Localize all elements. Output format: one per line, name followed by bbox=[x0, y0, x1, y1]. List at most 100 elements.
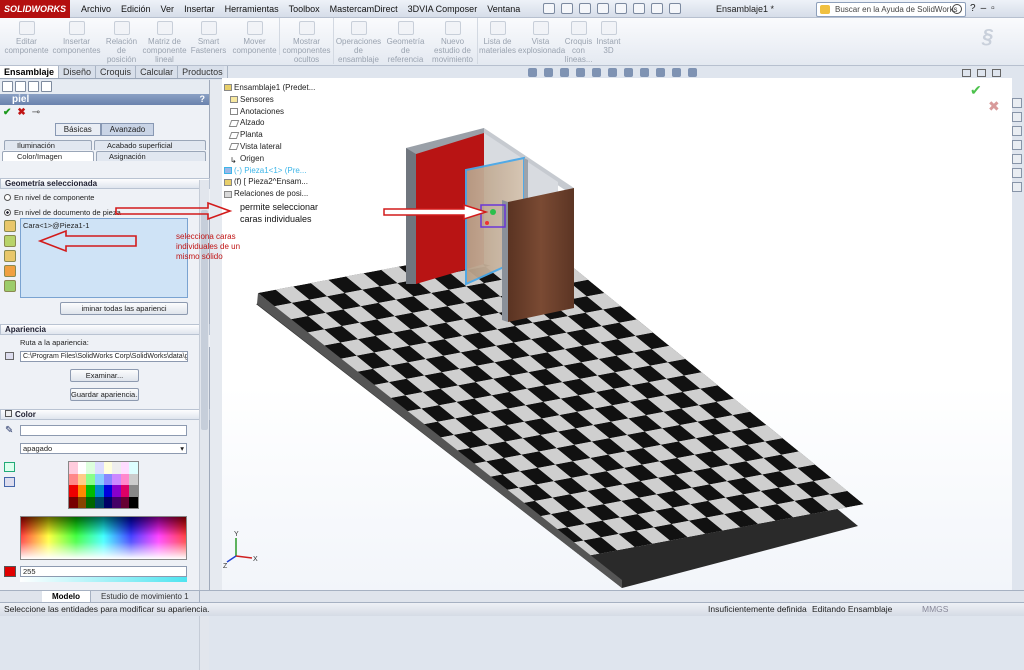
color-name-field[interactable] bbox=[20, 425, 187, 436]
swatch[interactable] bbox=[129, 462, 138, 474]
swatch[interactable] bbox=[86, 462, 95, 474]
color-section-header[interactable]: Color ⌃ bbox=[0, 409, 210, 420]
tree-item-vista-lateral[interactable]: Vista lateral bbox=[224, 141, 315, 153]
assembly-features-button[interactable]: Operaciones de ensamblaje bbox=[334, 18, 384, 64]
swatch[interactable] bbox=[120, 485, 130, 497]
swatch[interactable] bbox=[103, 485, 113, 497]
tab-asignacion[interactable]: Asignación bbox=[96, 151, 206, 161]
view-palette-icon[interactable] bbox=[1012, 140, 1022, 150]
menu-herramientas[interactable]: Herramientas bbox=[220, 0, 284, 18]
remove-swatch-icon[interactable] bbox=[4, 477, 15, 487]
configuration-manager-icon[interactable] bbox=[28, 81, 39, 92]
edit-appearance-icon[interactable] bbox=[640, 68, 649, 77]
add-swatch-icon[interactable] bbox=[4, 462, 15, 472]
restore-icon[interactable]: ▫ bbox=[991, 0, 995, 18]
new-icon[interactable] bbox=[543, 3, 556, 14]
swatch[interactable] bbox=[86, 496, 95, 508]
display-style-icon[interactable] bbox=[608, 68, 617, 77]
swatch[interactable] bbox=[77, 496, 87, 508]
tab-modelo[interactable]: Modelo bbox=[42, 591, 91, 602]
swatch[interactable] bbox=[94, 496, 104, 508]
color-toggle-icon[interactable] bbox=[5, 410, 12, 417]
save-icon[interactable] bbox=[579, 3, 592, 14]
linear-pattern-button[interactable]: Matriz de componente lineal bbox=[142, 18, 188, 64]
apply-scene-icon[interactable] bbox=[656, 68, 665, 77]
color-mode-dropdown[interactable]: apagado ▾ bbox=[20, 443, 187, 454]
swatch[interactable] bbox=[94, 473, 104, 485]
swatch[interactable] bbox=[129, 496, 138, 508]
handle-dot[interactable] bbox=[485, 221, 489, 225]
insert-components-button[interactable]: Insertar componentes bbox=[52, 18, 102, 55]
swatch[interactable] bbox=[112, 496, 121, 508]
red-value-field[interactable]: 255 bbox=[20, 566, 187, 577]
edit-component-button[interactable]: Editar componente bbox=[2, 18, 52, 55]
zoom-area-icon[interactable] bbox=[544, 68, 553, 77]
swatch[interactable] bbox=[69, 473, 78, 485]
view-orientation-icon[interactable] bbox=[592, 68, 601, 77]
tree-item-pieza1[interactable]: (-) Pieza1<1> (Pre... bbox=[224, 165, 315, 177]
filter-component-icon[interactable] bbox=[4, 280, 16, 292]
browse-button[interactable]: Examinar... bbox=[70, 369, 139, 382]
rebuild-icon[interactable] bbox=[651, 3, 664, 14]
explode-line-sketch-button[interactable]: Croquis con líneas... bbox=[564, 18, 594, 64]
new-motion-study-button[interactable]: Nuevo estudio de movimiento bbox=[428, 18, 478, 64]
tree-item-alzado[interactable]: Alzado bbox=[224, 117, 315, 129]
confirm-ok-icon[interactable]: ✔ bbox=[970, 82, 982, 99]
save-appearance-button[interactable]: Guardar apariencia... bbox=[70, 388, 139, 401]
swatch[interactable] bbox=[77, 473, 87, 485]
custom-properties-icon[interactable] bbox=[1012, 168, 1022, 178]
appearance-section-header[interactable]: Apariencia ⌃ bbox=[0, 324, 210, 335]
graphics-viewport[interactable] bbox=[35, 78, 1012, 592]
swatch[interactable] bbox=[129, 473, 138, 485]
menu-toolbox[interactable]: Toolbox bbox=[284, 0, 325, 18]
swatch[interactable] bbox=[120, 496, 130, 508]
hide-show-icon[interactable] bbox=[624, 68, 633, 77]
feature-tree-icon[interactable] bbox=[2, 81, 13, 92]
appearances-icon[interactable] bbox=[1012, 154, 1022, 164]
tree-item-relaciones[interactable]: Relaciones de posi... bbox=[224, 188, 315, 200]
red-slider[interactable] bbox=[20, 577, 187, 582]
previous-view-icon[interactable] bbox=[560, 68, 569, 77]
geometry-section-header[interactable]: Geometría seleccionada ⌃ bbox=[0, 178, 210, 189]
ok-check-icon[interactable]: ✔ bbox=[3, 107, 11, 118]
minimize-icon[interactable]: – bbox=[981, 0, 987, 18]
view-settings-icon[interactable] bbox=[672, 68, 681, 77]
menu-ventana[interactable]: Ventana bbox=[482, 0, 525, 18]
swatch[interactable] bbox=[69, 462, 78, 474]
tab-iluminacion[interactable]: Iluminación bbox=[4, 140, 92, 150]
tab-estudio-movimiento[interactable]: Estudio de movimiento 1 bbox=[91, 591, 200, 602]
section-view-icon[interactable] bbox=[576, 68, 585, 77]
handle-dot[interactable] bbox=[490, 209, 496, 215]
swatch[interactable] bbox=[94, 462, 104, 474]
display-manager-icon[interactable] bbox=[41, 81, 52, 92]
status-units[interactable]: MMGS bbox=[922, 603, 948, 616]
smart-fasteners-button[interactable]: Smart Fasteners bbox=[188, 18, 230, 55]
panel-splitter[interactable] bbox=[210, 80, 222, 592]
zoom-fit-icon[interactable] bbox=[528, 68, 537, 77]
menu-edicion[interactable]: Edición bbox=[116, 0, 156, 18]
open-icon[interactable] bbox=[561, 3, 574, 14]
tree-item-planta[interactable]: Planta bbox=[224, 129, 315, 141]
print-icon[interactable] bbox=[597, 3, 610, 14]
options-icon[interactable] bbox=[669, 3, 682, 14]
tree-item-anotaciones[interactable]: Anotaciones bbox=[224, 106, 315, 118]
swatch[interactable] bbox=[120, 462, 130, 474]
resources-icon[interactable] bbox=[1012, 98, 1022, 108]
color-spectrum-picker[interactable] bbox=[20, 516, 187, 560]
pin-icon[interactable]: ⊸ bbox=[32, 107, 40, 118]
swatch[interactable] bbox=[77, 485, 87, 497]
mate-button[interactable]: Relación de posición bbox=[102, 18, 142, 64]
tree-item-pieza2[interactable]: (f) [ Pieza2^Ensam... bbox=[224, 176, 315, 188]
menu-ver[interactable]: Ver bbox=[156, 0, 180, 18]
tab-color-imagen[interactable]: Color/Imagen bbox=[2, 151, 94, 161]
advanced-button[interactable]: Avanzado bbox=[100, 123, 155, 136]
swatch[interactable] bbox=[94, 485, 104, 497]
exploded-view-button[interactable]: Vista explosionada bbox=[518, 18, 565, 55]
swatch[interactable] bbox=[69, 485, 78, 497]
design-library-icon[interactable] bbox=[1012, 112, 1022, 122]
basic-button[interactable]: Básicas bbox=[54, 123, 101, 136]
reference-geometry-button[interactable]: Geometría de referencia bbox=[384, 18, 428, 64]
tab-ensamblaje[interactable]: Ensamblaje bbox=[0, 66, 60, 78]
property-manager-icon[interactable] bbox=[15, 81, 26, 92]
filter-feature-icon[interactable] bbox=[4, 265, 16, 277]
